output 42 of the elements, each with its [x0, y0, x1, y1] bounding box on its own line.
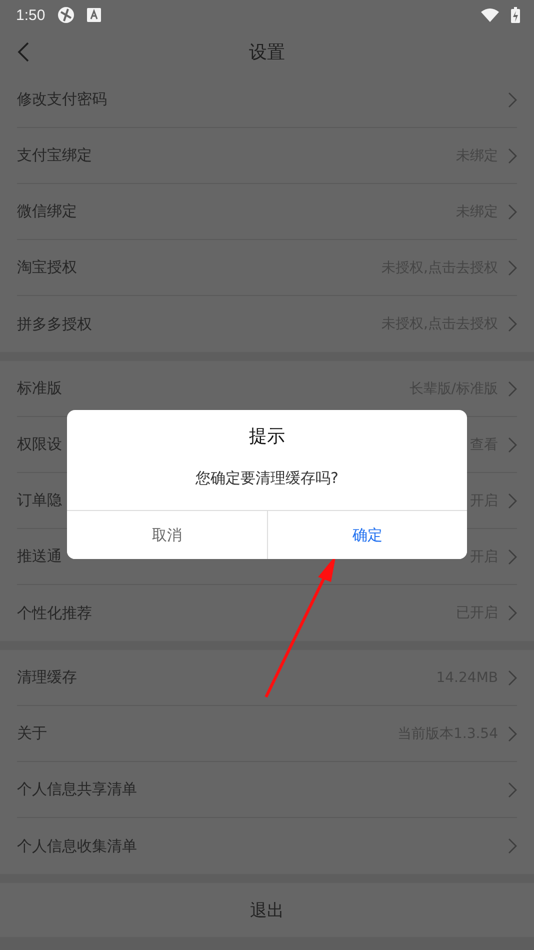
setting-label: 推送通	[17, 547, 62, 566]
confirm-button[interactable]: 确定	[266, 511, 467, 559]
chevron-right-icon	[508, 316, 517, 332]
chevron-right-icon	[508, 670, 517, 686]
page-title: 设置	[249, 41, 285, 64]
setting-label: 修改支付密码	[17, 90, 107, 109]
setting-row[interactable]: 修改支付密码	[17, 72, 517, 128]
setting-label: 个人信息收集清单	[17, 836, 137, 856]
setting-label: 淘宝授权	[17, 258, 77, 277]
setting-label: 标准版	[17, 379, 62, 398]
chevron-right-icon	[508, 148, 517, 164]
chevron-right-icon	[508, 436, 517, 452]
chevron-right-icon	[508, 380, 517, 396]
setting-label: 订单隐	[17, 491, 62, 510]
dialog-title: 提示	[248, 425, 286, 449]
dialog-message: 您确定要清理缓存吗?	[194, 469, 340, 488]
chevron-right-icon	[508, 548, 517, 564]
setting-row[interactable]: 个人信息收集清单	[17, 818, 517, 874]
setting-label: 微信绑定	[17, 202, 77, 221]
status-time: 1:50	[16, 6, 46, 24]
battery-icon	[511, 7, 520, 23]
chevron-right-icon	[508, 92, 517, 108]
setting-label: 权限设	[17, 435, 62, 454]
chevron-right-icon	[508, 605, 517, 621]
setting-row[interactable]: 个人信息共享清单	[17, 762, 517, 818]
setting-label: 个人信息共享清单	[17, 780, 137, 799]
chevron-right-icon	[508, 492, 517, 508]
setting-label: 支付宝绑定	[17, 146, 92, 165]
back-icon[interactable]	[17, 42, 29, 62]
chevron-right-icon	[508, 726, 517, 742]
chevron-right-icon	[508, 838, 517, 854]
setting-label: 个性化推荐	[17, 604, 92, 622]
chevron-right-icon	[508, 260, 517, 276]
setting-label: 关于	[17, 724, 47, 743]
wifi-icon	[481, 8, 499, 22]
setting-label: 清理缓存	[17, 668, 77, 687]
logout-button[interactable]: 退出	[250, 898, 284, 922]
chevron-right-icon	[508, 204, 517, 220]
keyboard-icon	[87, 8, 102, 22]
app-icon	[57, 6, 76, 24]
setting-label: 拼多多授权	[17, 314, 92, 334]
chevron-right-icon	[508, 782, 517, 798]
